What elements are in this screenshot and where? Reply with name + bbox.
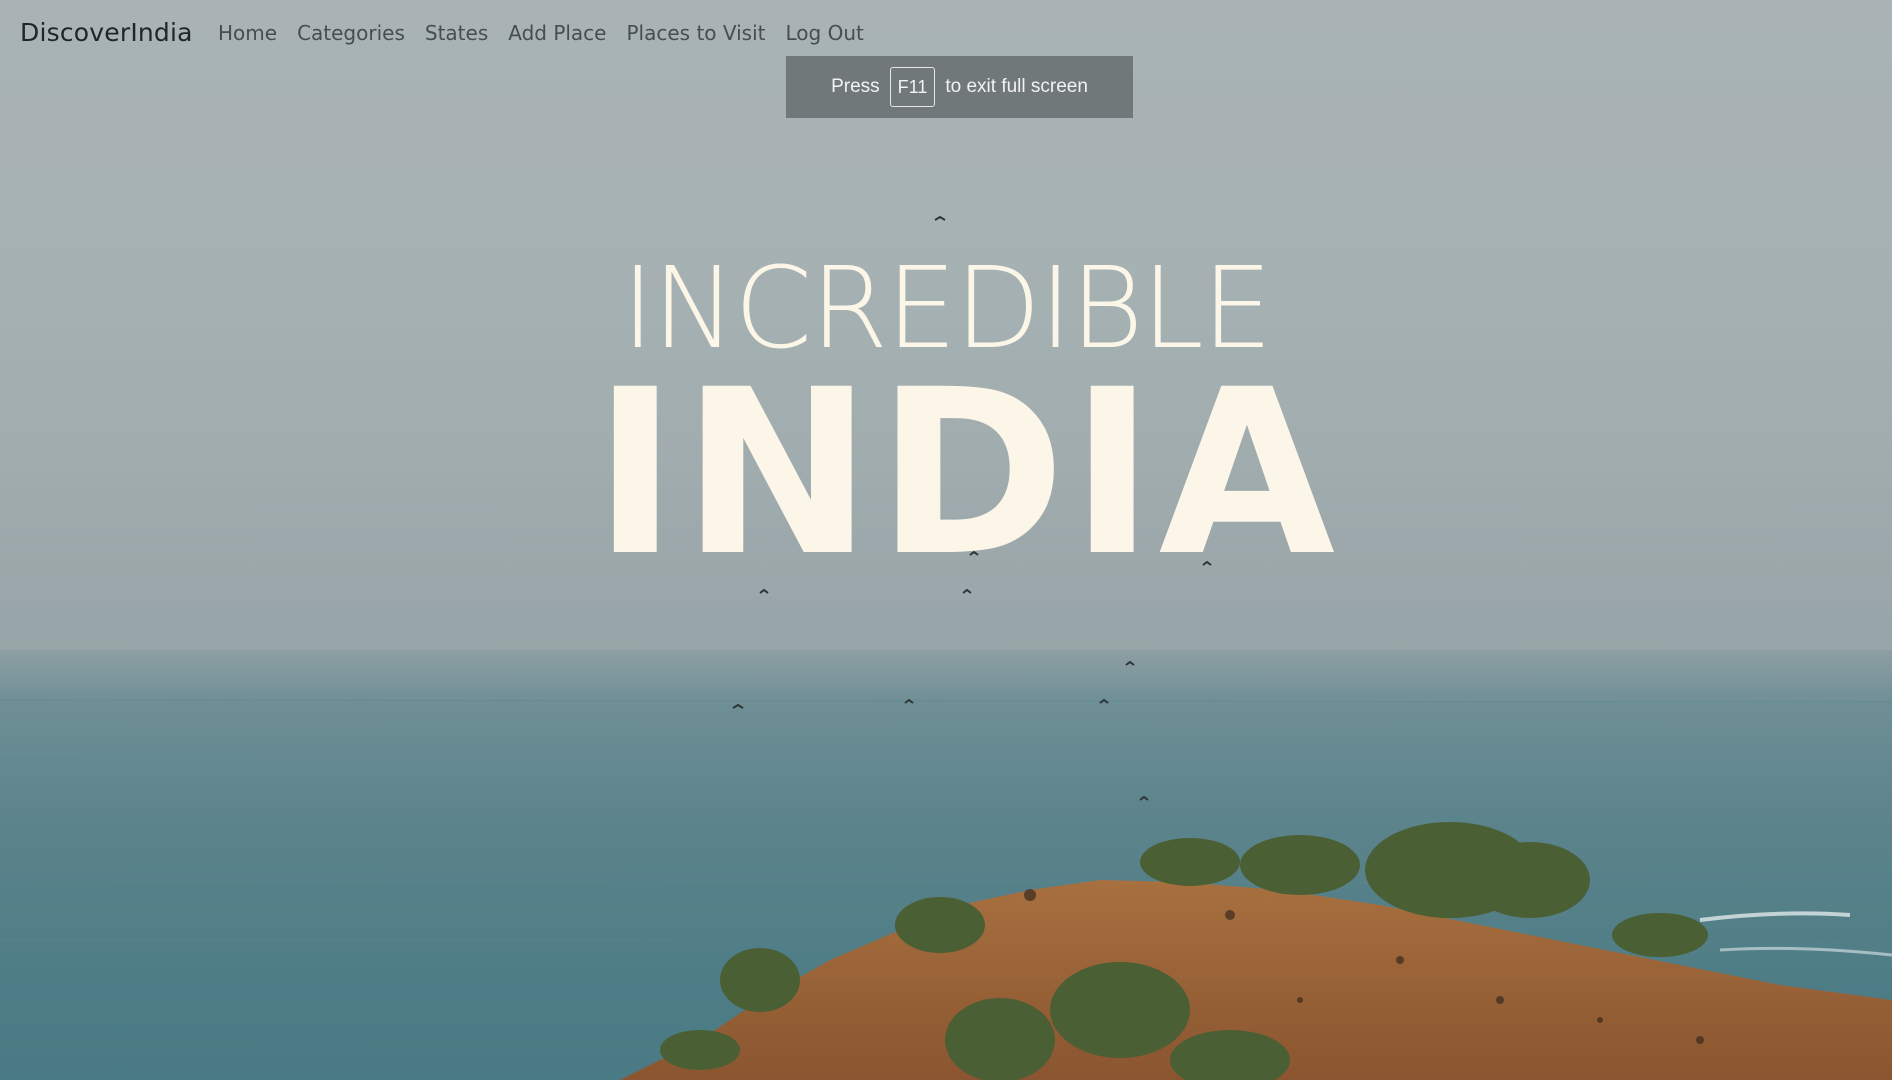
page: DiscoverIndia Home Categories States Add… bbox=[0, 0, 1892, 1080]
nav-link-add-place[interactable]: Add Place bbox=[508, 21, 606, 45]
nav-link-categories[interactable]: Categories bbox=[297, 21, 405, 45]
nav-links: Home Categories States Add Place Places … bbox=[218, 21, 864, 45]
nav-link-log-out[interactable]: Log Out bbox=[786, 21, 864, 45]
toast-suffix: to exit full screen bbox=[945, 76, 1088, 97]
brand-logo-link[interactable]: DiscoverIndia bbox=[20, 18, 193, 47]
nav-link-places-to-visit[interactable]: Places to Visit bbox=[627, 21, 766, 45]
toast-key-badge: F11 bbox=[889, 67, 936, 107]
fullscreen-exit-toast: Press F11 to exit full screen bbox=[786, 56, 1133, 118]
toast-prefix: Press bbox=[831, 76, 880, 97]
nav-link-states[interactable]: States bbox=[425, 21, 488, 45]
hero-title-line2: INDIA bbox=[592, 340, 1340, 606]
nav-link-home[interactable]: Home bbox=[218, 21, 277, 45]
